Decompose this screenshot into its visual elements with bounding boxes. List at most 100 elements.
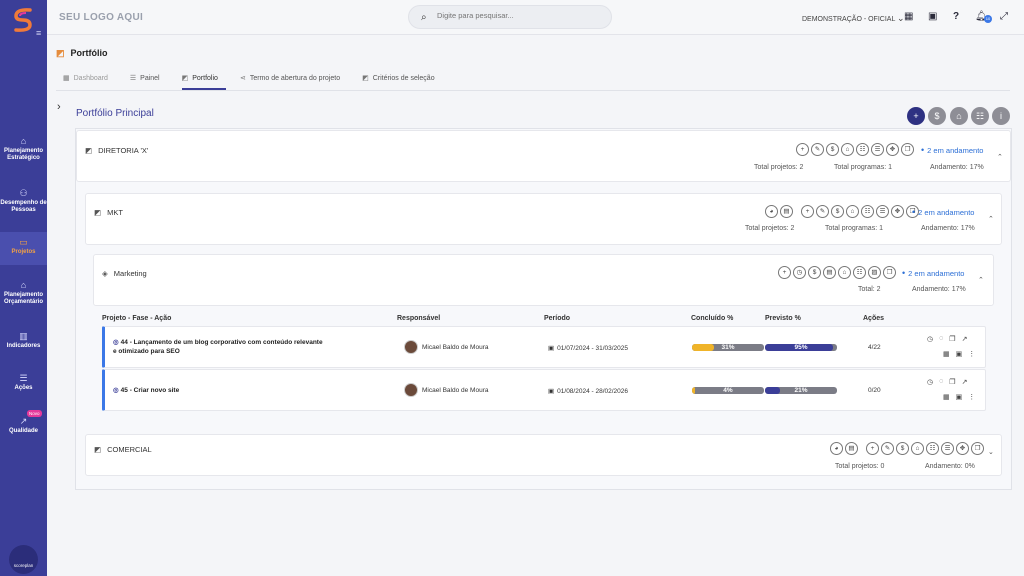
sidebar-item-planejamento-estrategico[interactable]: ⌂ Planejamento Estratégico [0,136,47,162]
chevron-up-icon[interactable]: ⌃ [988,215,994,223]
dollar-icon[interactable]: $ [896,442,909,455]
add-button[interactable]: + [907,107,925,125]
more-vertical-icon[interactable]: ⋮ [968,350,975,358]
tab-criterios-selecao[interactable]: ◩ Critérios de seleção [362,68,443,90]
move-icon[interactable]: ✥ [886,143,899,156]
folder-icon: ◩ [94,445,102,454]
sidebar-item-planejamento-orcamentario[interactable]: ⌂ Planejamento Orçamentário [0,280,47,306]
pie-icon[interactable]: ◕ [830,442,843,455]
move-icon[interactable]: ✥ [891,205,904,218]
checklist-icon[interactable]: ☷ [926,442,939,455]
sidebar-item-qualidade[interactable]: ↗ Qualidade [0,417,47,435]
chevron-right-icon[interactable]: › [57,101,61,113]
calendar-icon: ▣ [548,388,555,395]
edit-icon[interactable]: ✎ [811,143,824,156]
move-icon[interactable]: ✥ [956,442,969,455]
copy-icon[interactable]: ❐ [901,143,914,156]
fullscreen-icon[interactable]: ⤢ [1000,11,1008,22]
table-row[interactable]: ◎ 45 - Criar novo site Micael Baldo de Mo… [102,369,986,411]
add-icon[interactable]: + [866,442,879,455]
company-logo-text: SEU LOGO AQUI [59,12,144,23]
dollar-icon[interactable]: $ [826,143,839,156]
comment-icon[interactable]: ◌ [939,335,943,343]
info-button[interactable]: i [992,107,1010,125]
chevron-up-icon[interactable]: ⌃ [978,276,984,284]
sidebar-item-projetos[interactable]: ▭ Projetos [0,232,47,265]
document-icon[interactable]: ▤ [845,442,858,455]
chart-line-icon[interactable]: ↗ [962,378,968,386]
diretoria-name: DIRETORIA 'X' [98,146,149,155]
chevron-up-icon[interactable]: ⌃ [997,153,1003,161]
app-logo-icon[interactable] [12,7,34,33]
checklist-button[interactable]: ☷ [971,107,989,125]
tab-dashboard[interactable]: ▦ Dashboard [63,68,116,90]
pie-icon[interactable]: ◕ [765,205,778,218]
bank-icon[interactable]: ⌂ [846,205,859,218]
bank-icon[interactable]: ⌂ [838,266,851,279]
dollar-icon[interactable]: $ [808,266,821,279]
edit-icon[interactable]: ✎ [881,442,894,455]
clock-icon[interactable]: ◷ [927,378,933,386]
more-vertical-icon[interactable]: ⋮ [968,393,975,401]
add-icon[interactable]: + [778,266,791,279]
copy-icon[interactable]: ❐ [971,442,984,455]
home-icon: ⌂ [20,136,27,146]
total-projetos: Total projetos: 2 [754,164,804,171]
clock-icon[interactable]: ◷ [927,335,933,343]
comment-icon[interactable]: ◌ [939,378,943,386]
menu-toggle-icon[interactable]: ≡ [36,28,41,38]
copy-icon[interactable]: ❐ [883,266,896,279]
bank-icon: ⌂ [20,280,27,290]
sidebar-item-desempenho-pessoas[interactable]: ⚇ Desempenho de Pessoas [0,189,47,214]
list-icon[interactable]: ☰ [871,143,884,156]
list-icon[interactable]: ☰ [941,442,954,455]
add-icon[interactable]: + [801,205,814,218]
save-icon[interactable]: ▣ [956,393,963,401]
project-name[interactable]: ◎ 44 - Lançamento de um blog corporativo … [113,338,323,356]
tab-termo-abertura[interactable]: ⋖ Termo de abertura do projeto [240,68,348,90]
checklist-icon[interactable]: ☷ [861,205,874,218]
andamento: Andamento: 17% [930,164,984,171]
dollar-icon[interactable]: $ [831,205,844,218]
list-icon: ☰ [129,75,137,82]
dashboard-grid-icon[interactable]: ▦ [904,11,913,22]
help-icon[interactable]: ? [953,11,959,22]
sidebar-item-indicadores[interactable]: ▥ Indicadores [0,332,47,350]
checklist-icon[interactable]: ☷ [853,266,866,279]
budget-button[interactable]: $ [928,107,946,125]
copy-icon[interactable]: ❐ [949,378,955,386]
image-icon[interactable]: ▨ [868,266,881,279]
table-icon[interactable]: ▦ [943,350,950,358]
header-concluido: Concluído % [691,315,734,322]
andamento: Andamento: 0% [925,463,975,470]
project-name[interactable]: ◎ 45 - Criar novo site [113,386,179,395]
list-icon: ☰ [19,373,28,383]
copy-icon[interactable]: ❐ [949,335,955,343]
document-icon[interactable]: ▤ [780,205,793,218]
edit-icon[interactable]: ✎ [816,205,829,218]
bank-button[interactable]: ⌂ [950,107,968,125]
clock-icon[interactable]: ◷ [793,266,806,279]
org-selector[interactable]: DEMONSTRAÇÃO - OFICIAL ⌄ [802,13,905,24]
search-input[interactable] [437,11,597,20]
checklist-icon[interactable]: ☷ [856,143,869,156]
document-icon[interactable]: ▤ [823,266,836,279]
share-icon: ⋖ [239,75,246,82]
calendar-icon[interactable]: ▣ [928,11,937,22]
chart-line-icon[interactable]: ↗ [962,335,968,343]
bank-icon[interactable]: ⌂ [911,442,924,455]
mkt-name: MKT [107,208,123,217]
tab-painel[interactable]: ☰ Painel [130,68,168,90]
add-icon[interactable]: + [796,143,809,156]
chevron-down-icon[interactable]: ⌄ [988,448,994,456]
tab-portfolio[interactable]: ◩ Portfolio [181,68,226,90]
page-title: ◩ Portfólio [56,48,108,58]
save-icon[interactable]: ▣ [956,350,963,358]
sidebar-item-acoes[interactable]: ☰ Ações [0,373,47,392]
list-icon[interactable]: ☰ [876,205,889,218]
table-icon[interactable]: ▦ [943,393,950,401]
search-box[interactable]: ⌕ [408,5,612,29]
bank-icon[interactable]: ⌂ [841,143,854,156]
criteria-icon: ◩ [362,75,369,82]
table-row[interactable]: ◎ 44 - Lançamento de um blog corporativo … [102,326,986,368]
